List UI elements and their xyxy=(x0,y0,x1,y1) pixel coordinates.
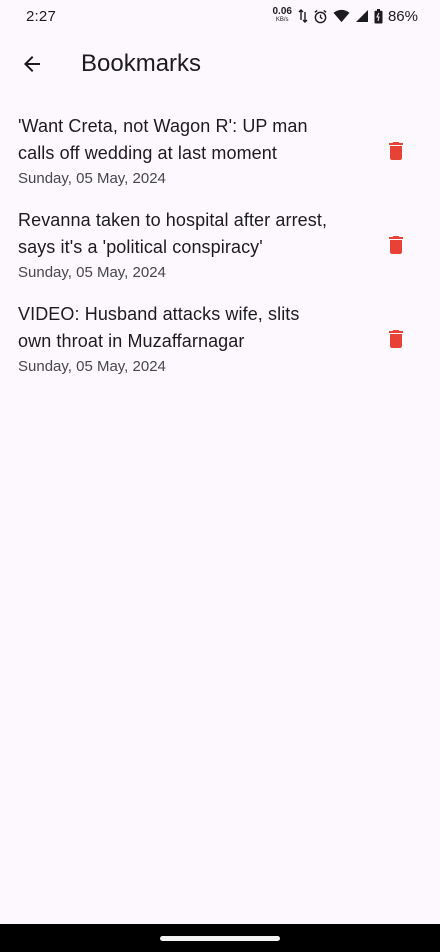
bookmark-date: Sunday, 05 May, 2024 xyxy=(18,357,166,375)
status-bar: 2:27 0.06 KB/s 86% xyxy=(0,0,440,32)
home-gesture-handle[interactable] xyxy=(160,935,280,941)
bookmark-title: 'Want Creta, not Wagon R': UP man calls … xyxy=(18,113,360,167)
data-transfer-icon xyxy=(298,9,308,23)
delete-icon xyxy=(389,142,403,160)
alarm-icon xyxy=(313,9,328,24)
delete-bookmark-button[interactable] xyxy=(372,315,420,363)
page-title: Bookmarks xyxy=(81,50,202,77)
network-speed: 0.06 KB/s xyxy=(272,6,292,24)
bookmark-title: Revanna taken to hospital after arrest, … xyxy=(18,207,360,261)
bookmark-title-line: says it's a 'political conspiracy' xyxy=(18,236,263,257)
bookmark-item[interactable]: 'Want Creta, not Wagon R': UP man calls … xyxy=(0,104,440,198)
status-icons: 0.06 KB/s 86% xyxy=(272,6,419,25)
bookmark-title: VIDEO: Husband attacks wife, slits own t… xyxy=(18,301,360,355)
back-button[interactable] xyxy=(8,40,56,88)
delete-icon xyxy=(389,330,403,348)
delete-icon xyxy=(389,236,403,254)
arrow-back-icon xyxy=(24,56,40,72)
bookmark-text: Revanna taken to hospital after arrest, … xyxy=(18,207,372,284)
bookmark-date: Sunday, 05 May, 2024 xyxy=(18,169,166,187)
bookmark-date: Sunday, 05 May, 2024 xyxy=(18,263,166,281)
battery-icon xyxy=(374,8,383,24)
wifi-icon xyxy=(333,9,350,23)
bookmark-item[interactable]: VIDEO: Husband attacks wife, slits own t… xyxy=(0,292,440,386)
bookmark-text: 'Want Creta, not Wagon R': UP man calls … xyxy=(18,113,372,190)
bookmark-item[interactable]: Revanna taken to hospital after arrest, … xyxy=(0,198,440,292)
status-time: 2:27 xyxy=(26,7,56,25)
app-bar: Bookmarks xyxy=(0,32,440,96)
cellular-signal-icon xyxy=(355,9,369,23)
bookmark-title-line: VIDEO: Husband attacks wife, slits xyxy=(18,303,300,324)
delete-bookmark-button[interactable] xyxy=(372,221,420,269)
delete-bookmark-button[interactable] xyxy=(372,127,420,175)
bookmark-title-line: Revanna taken to hospital after arrest, xyxy=(18,209,328,230)
bookmark-list: 'Want Creta, not Wagon R': UP man calls … xyxy=(0,104,440,386)
bookmark-text: VIDEO: Husband attacks wife, slits own t… xyxy=(18,301,372,378)
bookmark-title-line: 'Want Creta, not Wagon R': UP man xyxy=(18,115,308,136)
network-speed-unit: KB/s xyxy=(275,17,289,23)
battery-percent: 86% xyxy=(387,7,418,25)
network-speed-value: 0.06 xyxy=(272,6,292,17)
bookmark-title-line: calls off wedding at last moment xyxy=(18,142,277,163)
bookmark-title-line: own throat in Muzaffarnagar xyxy=(18,330,245,351)
system-nav-bar xyxy=(0,924,440,952)
